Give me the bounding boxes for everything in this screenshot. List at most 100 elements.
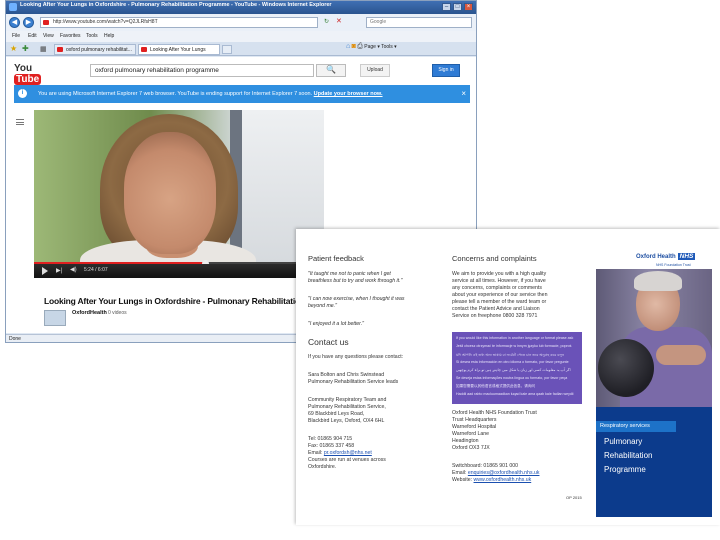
sign-in-button[interactable]: Sign in — [432, 64, 460, 77]
speaker-face — [124, 132, 216, 254]
menu-tools[interactable]: Tools — [86, 33, 98, 39]
close-icon[interactable]: × — [461, 85, 466, 103]
browser-search-field[interactable]: Google — [366, 17, 472, 28]
nhs-logo: Oxford Health NHS — [636, 253, 696, 260]
email-line: Email: pr.oxfordsh@nhs.net — [308, 450, 372, 457]
quote-line: breathless but to try and work through i… — [308, 278, 403, 284]
address-bar: ◀ ▶ http://www.youtube.com/watch?v=Q2JLR… — [6, 14, 476, 31]
channel-name[interactable]: OxfordHealth — [72, 310, 107, 316]
forward-button[interactable]: ▶ — [23, 17, 34, 28]
concerns-paragraph: any concerns, complaints or comments — [452, 285, 542, 291]
upload-button[interactable]: Upload — [360, 64, 390, 77]
minimize-button[interactable]: – — [442, 3, 451, 11]
courses-line: Oxfordshire. — [308, 464, 337, 470]
guide-menu-icon[interactable] — [16, 119, 24, 125]
contact-us-heading: Contact us — [308, 337, 349, 347]
switchboard: Switchboard: 01865 901 000 — [452, 463, 519, 469]
youtube-search-input[interactable]: oxford pulmonary rehabilitation programm… — [90, 64, 314, 77]
email-link[interactable]: pr.oxfordsh@nhs.net — [324, 450, 372, 456]
trust-address-line: Trust Headquarters — [452, 417, 497, 423]
window-title: Looking After Your Lungs in Oxfordshire … — [20, 2, 332, 8]
respiratory-services-band: Respiratory services — [596, 421, 676, 432]
page-tools-menu[interactable]: Page ▾ Tools ▾ — [364, 44, 396, 50]
player-controls: ▶| ◀) 5:24 / 6:07 — [34, 264, 324, 278]
photo-arm — [656, 345, 706, 365]
service-leads: Pulmonary Rehabilitation Service leads — [308, 379, 399, 385]
maximize-button[interactable]: □ — [453, 3, 462, 11]
update-browser-link[interactable]: Update your browser now. — [314, 91, 383, 97]
channel-avatar[interactable] — [44, 310, 66, 326]
telephone: Tel: 01865 904 715 — [308, 436, 353, 442]
translation-line: 如果您需要以其他语言或格式提供此信息，请询问 — [456, 384, 536, 388]
cover-title-line: Programme — [604, 465, 646, 474]
title-bar: Looking After Your Lungs in Oxfordshire … — [6, 1, 476, 14]
website-link[interactable]: www.oxfordhealth.nhs.uk — [474, 477, 532, 483]
leaflet-code: OP 2015 — [566, 495, 582, 500]
website-line: Website: www.oxfordhealth.nhs.uk — [452, 477, 531, 484]
translation-line: Haddii aad rabto macluumaadkan luqad kal… — [456, 392, 574, 396]
address-line: Blackbird Leys, Oxford, OX4 6HL — [308, 418, 385, 424]
trust-address-line: Oxford OX3 7JX — [452, 445, 490, 451]
menu-view[interactable]: View — [43, 33, 54, 39]
next-icon[interactable]: ▶| — [56, 267, 62, 274]
trust-email-link[interactable]: enquiries@oxfordhealth.nhs.uk — [468, 470, 540, 476]
tab-bar: ★ ✚ ▦ oxford pulmonary rehabilitat... Lo… — [6, 42, 476, 56]
trust-address-line: Warneford Hospital — [452, 424, 497, 430]
trust-address-line: Headington — [452, 438, 479, 444]
quote-line: "I can now exercise, when I thought it w… — [308, 296, 405, 302]
trust-subtitle: NHS Foundation Trust — [656, 263, 691, 267]
new-tab-button[interactable] — [222, 45, 232, 54]
favorites-star-icon[interactable]: ★ — [10, 44, 17, 53]
video-time: 5:24 / 6:07 — [84, 267, 108, 273]
address-line: 69 Blackbird Leys Road, — [308, 411, 365, 417]
quote-line: beyond me." — [308, 303, 337, 309]
close-window-button[interactable]: × — [464, 3, 473, 11]
search-icon[interactable]: 🔍 — [316, 64, 346, 77]
tab-looking-after-your-lungs[interactable]: Looking After Your Lungs — [138, 44, 220, 55]
channel-video-count: 0 videos — [108, 310, 127, 316]
add-favorites-icon[interactable]: ✚ — [22, 44, 29, 53]
menu-help[interactable]: Help — [104, 33, 114, 39]
browser-support-banner: i You are using Microsoft Internet Explo… — [14, 85, 470, 103]
url-field[interactable]: http://www.youtube.com/watch?v=Q2JLRfsH8… — [40, 17, 318, 28]
quote-line: "I enjoyed it a lot better." — [308, 321, 364, 327]
volume-icon[interactable]: ◀) — [70, 266, 77, 273]
address-line: Community Respiratory Team and — [308, 397, 387, 403]
print-icon[interactable]: ⎙ — [357, 43, 363, 50]
youtube-favicon-icon — [57, 47, 63, 52]
video-player[interactable]: ▶| ◀) 5:24 / 6:07 — [34, 110, 324, 278]
service-leads: Sara Bolton and Chris Swinstead — [308, 372, 385, 378]
logo-tube: Tube — [14, 74, 42, 85]
youtube-logo[interactable]: YouTube — [14, 63, 50, 85]
concerns-heading: Concerns and complaints — [452, 254, 537, 263]
feeds-icon[interactable]: ◙ — [352, 43, 356, 50]
play-icon[interactable] — [42, 267, 48, 275]
quick-tabs-icon[interactable]: ▦ — [40, 45, 47, 53]
menu-file[interactable]: File — [12, 33, 20, 39]
leaflet-cover: Oxford Health NHS NHS Foundation Trust Pu… — [596, 245, 712, 517]
menu-edit[interactable]: Edit — [28, 33, 37, 39]
fax: Fax: 01865 337 458 — [308, 443, 355, 449]
back-button[interactable]: ◀ — [9, 17, 20, 28]
translation-box: If you would like this information in an… — [452, 332, 582, 404]
youtube-favicon-icon — [43, 20, 49, 25]
concerns-paragraph: contact the Patient Advice and Liaison — [452, 306, 540, 312]
home-icon[interactable]: ⌂ — [346, 43, 350, 50]
tab-search-results[interactable]: oxford pulmonary rehabilitat... — [54, 44, 136, 55]
banner-message: You are using Microsoft Internet Explore… — [38, 91, 314, 97]
leaflet-column-complaints: Concerns and complaints We aim to provid… — [452, 229, 590, 525]
patient-leaflet: Patient feedback "It taught me not to pa… — [296, 229, 720, 525]
org-name: Oxford Health — [636, 254, 676, 260]
translation-line: If you would like this information in an… — [456, 336, 574, 340]
translation-line: اگر آپ یہ معلومات کسی اور زبان یا شکل می… — [456, 368, 571, 372]
stop-icon[interactable]: ✕ — [336, 17, 342, 25]
refresh-icon[interactable]: ↻ — [324, 18, 329, 25]
translation-line: যদি আপনি এই তথ্য অন্য ভাষায় বা ফর্মেটে … — [456, 353, 565, 357]
cover-photo — [596, 269, 712, 407]
menu-bar: File Edit View Favorites Tools Help — [6, 31, 476, 42]
concerns-paragraph: about your experience of our service the… — [452, 292, 548, 298]
translation-line: Si desea esta información en otro idioma… — [456, 360, 569, 364]
trust-address-line: Oxford Health NHS Foundation Trust — [452, 410, 537, 416]
cover-title-line: Pulmonary — [604, 437, 643, 446]
menu-favorites[interactable]: Favorites — [60, 33, 81, 39]
